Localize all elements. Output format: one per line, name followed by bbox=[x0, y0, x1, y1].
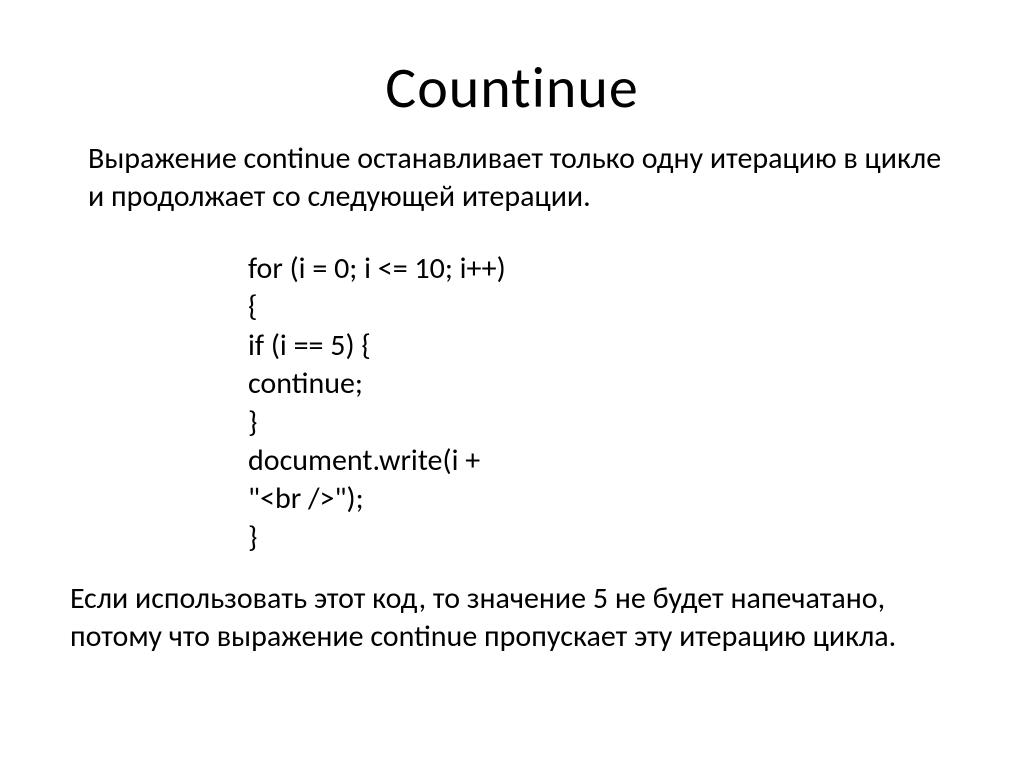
slide-title: Countinue bbox=[0, 52, 1024, 123]
slide: Countinue Выражение continue останавлива… bbox=[0, 0, 1024, 767]
outro-paragraph: Если использовать этот код, то значение … bbox=[70, 580, 960, 657]
code-block: for (i = 0; i <= 10; i++) { if (i == 5) … bbox=[248, 250, 506, 557]
intro-paragraph: Выражение continue останавливает только … bbox=[88, 140, 958, 215]
